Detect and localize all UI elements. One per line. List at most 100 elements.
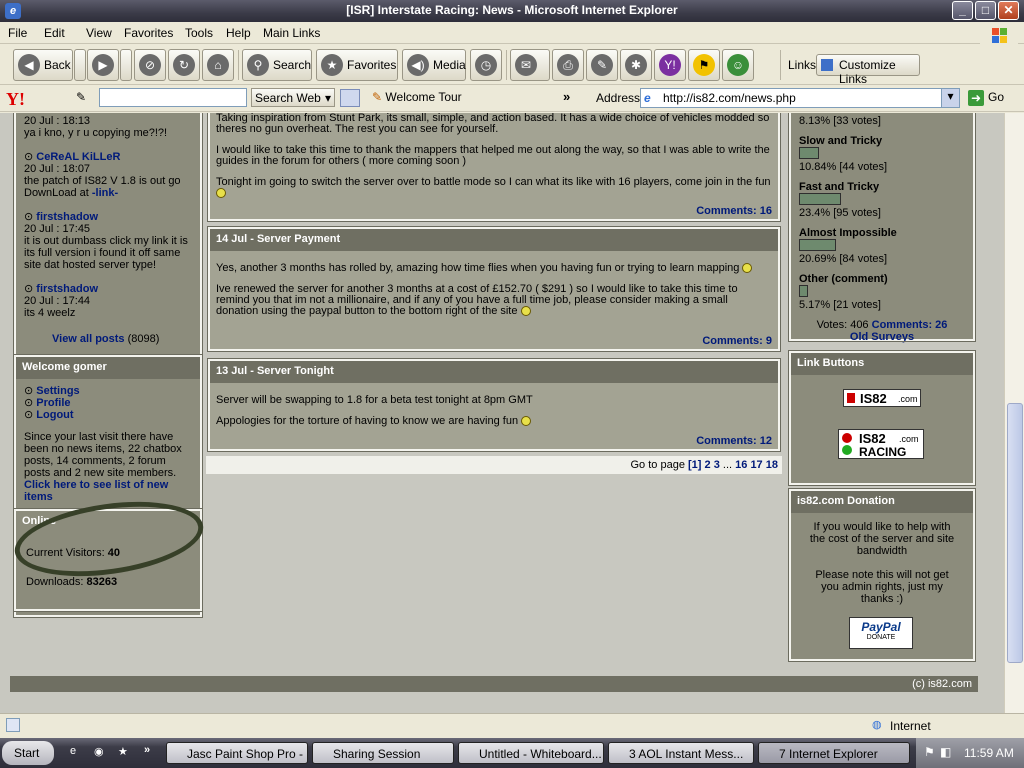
menu-favorites[interactable]: Favorites: [124, 26, 173, 40]
profile-link[interactable]: Profile: [36, 397, 70, 409]
menu-view[interactable]: View: [86, 26, 112, 40]
new-items-link[interactable]: Click here to see list of new items: [24, 479, 192, 503]
settings-link[interactable]: Settings: [36, 385, 79, 397]
comments-link[interactable]: Comments: 12: [696, 435, 772, 447]
back-dropdown-button[interactable]: [74, 49, 86, 81]
browser-window: e [ISR] Interstate Racing: News - Micros…: [0, 0, 1024, 768]
paypal-donate-button[interactable]: PayPal DONATE: [849, 617, 913, 649]
zone-label: Internet: [890, 719, 931, 733]
scrollbar-thumb[interactable]: [1007, 403, 1023, 663]
search-web-button[interactable]: Search Web ▾: [251, 88, 335, 107]
comments-link[interactable]: Comments: 9: [702, 335, 772, 347]
menu-file[interactable]: File: [8, 26, 27, 40]
survey-option-label[interactable]: Fast and Tricky: [799, 181, 965, 193]
media-quicklaunch-icon[interactable]: ◉: [94, 745, 104, 758]
comments-link[interactable]: Comments: 16: [696, 205, 772, 217]
page-link[interactable]: 17: [750, 459, 762, 471]
taskbar-item-ie[interactable]: 7 Internet Explorer: [758, 742, 910, 764]
green-light-icon: [842, 445, 852, 455]
view-all-posts-link[interactable]: View all posts: [52, 333, 125, 345]
smiley-icon: [742, 263, 753, 274]
link-buttons-title: Link Buttons: [791, 353, 973, 375]
toolbar-separator: [238, 50, 239, 80]
survey-result-text: 5.17% [21 votes]: [799, 299, 881, 312]
pencil-icon: ✎: [372, 90, 383, 104]
old-surveys-link[interactable]: Old Surveys: [850, 331, 914, 343]
page-link[interactable]: 2: [705, 459, 711, 471]
toolbar-chevron[interactable]: »: [563, 89, 570, 104]
go-button[interactable]: ➜ Go: [966, 88, 1016, 108]
highlight-pen-icon[interactable]: ✎: [76, 90, 86, 104]
survey-option-label[interactable]: Almost Impossible: [799, 227, 965, 239]
star-quicklaunch-icon[interactable]: ★: [118, 745, 128, 758]
welcome-tour-link[interactable]: ✎ Welcome Tour: [372, 90, 462, 104]
title-bar[interactable]: e [ISR] Interstate Racing: News - Micros…: [0, 0, 1024, 22]
aim-tray-icon[interactable]: ⚑: [924, 745, 935, 759]
ie-quicklaunch-icon[interactable]: e: [70, 745, 76, 757]
forward-button[interactable]: ▶: [87, 49, 119, 81]
bug-icon: ✱: [625, 54, 647, 76]
is82-racing-link-button[interactable]: IS82 .com RACING: [838, 429, 924, 459]
page-footer: (c) is82.com: [10, 676, 978, 692]
survey-option-label[interactable]: Slow and Tricky: [799, 135, 965, 147]
survey-result-bar: [799, 285, 808, 298]
menu-main-links[interactable]: Main Links: [263, 26, 320, 40]
address-input[interactable]: e http://is82.com/news.php ▾: [640, 88, 960, 108]
bug-button[interactable]: ✱: [620, 49, 652, 81]
back-button[interactable]: ◀ Back: [13, 49, 73, 81]
home-button[interactable]: ⌂: [202, 49, 234, 81]
favorites-button[interactable]: ★ Favorites: [316, 49, 398, 81]
search-button[interactable]: ⚲ Search: [242, 49, 312, 81]
yahoo-search-input[interactable]: [99, 88, 247, 107]
minimize-button[interactable]: _: [952, 1, 973, 20]
donation-panel: is82.com Donation If you would like to h…: [788, 488, 976, 662]
page-link[interactable]: 3: [714, 459, 720, 471]
maximize-button[interactable]: □: [975, 1, 996, 20]
edit-button[interactable]: ✎: [586, 49, 618, 81]
close-button[interactable]: ✕: [998, 1, 1019, 20]
chat-entry: ⊙ firstshadow 20 Jul : 17:45 it is out d…: [24, 211, 188, 271]
forward-dropdown-button[interactable]: [120, 49, 132, 81]
chat-link[interactable]: -link-: [92, 187, 118, 199]
survey-result-bar: [799, 193, 841, 206]
taskbar-item-paintshop[interactable]: Jasc Paint Shop Pro - ...: [166, 742, 308, 764]
is82-link-button[interactable]: IS82 .com: [843, 389, 921, 407]
page-link-current[interactable]: [1]: [688, 459, 701, 471]
taskbar-item-sharing[interactable]: Sharing Session: [312, 742, 454, 764]
chat-user-link[interactable]: firstshadow: [36, 283, 98, 295]
msn-messenger-button[interactable]: ☺: [722, 49, 754, 81]
survey-option-label[interactable]: Other (comment): [799, 273, 965, 285]
taskbar-item-aim[interactable]: 3 AOL Instant Mess...: [608, 742, 754, 764]
yahoo-logo[interactable]: Y!: [6, 89, 25, 110]
menu-edit[interactable]: Edit: [44, 26, 65, 40]
history-button[interactable]: ◷: [470, 49, 502, 81]
print-button[interactable]: ⎙: [552, 49, 584, 81]
menu-tools[interactable]: Tools: [185, 26, 213, 40]
yahoo-messenger-button[interactable]: Y!: [654, 49, 686, 81]
refresh-button[interactable]: ↻: [168, 49, 200, 81]
chat-user-link[interactable]: CeReAL KiLLeR: [36, 151, 120, 163]
address-toolbar: Y! ✎ Search Web ▾ ✎ Welcome Tour » Addres…: [0, 86, 1024, 112]
page-status-icon: [6, 718, 20, 732]
address-dropdown-icon[interactable]: ▾: [941, 89, 959, 107]
mail-button[interactable]: ✉: [510, 49, 550, 81]
page-link[interactable]: 18: [766, 459, 778, 471]
taskbar-item-whiteboard[interactable]: Untitled - Whiteboard...: [458, 742, 604, 764]
logout-link[interactable]: Logout: [36, 409, 73, 421]
chat-user-link[interactable]: firstshadow: [36, 211, 98, 223]
stop-button[interactable]: ⊘: [134, 49, 166, 81]
network-tray-icon[interactable]: ◧: [940, 745, 951, 759]
media-button[interactable]: ◀) Media: [402, 49, 466, 81]
aim-button[interactable]: ⚑: [688, 49, 720, 81]
customize-links-button[interactable]: Customize Links: [816, 54, 920, 86]
vertical-scrollbar[interactable]: [1004, 113, 1024, 713]
start-button[interactable]: Start: [2, 741, 54, 765]
page-link[interactable]: 16: [735, 459, 747, 471]
red-light-icon: [842, 433, 852, 443]
edit-icon: ✎: [591, 54, 613, 76]
star-icon: ★: [321, 54, 343, 76]
survey-comments-link[interactable]: Comments: 26: [872, 319, 948, 331]
list-icon[interactable]: [340, 89, 360, 107]
quicklaunch-overflow[interactable]: »: [144, 744, 150, 756]
menu-help[interactable]: Help: [226, 26, 251, 40]
